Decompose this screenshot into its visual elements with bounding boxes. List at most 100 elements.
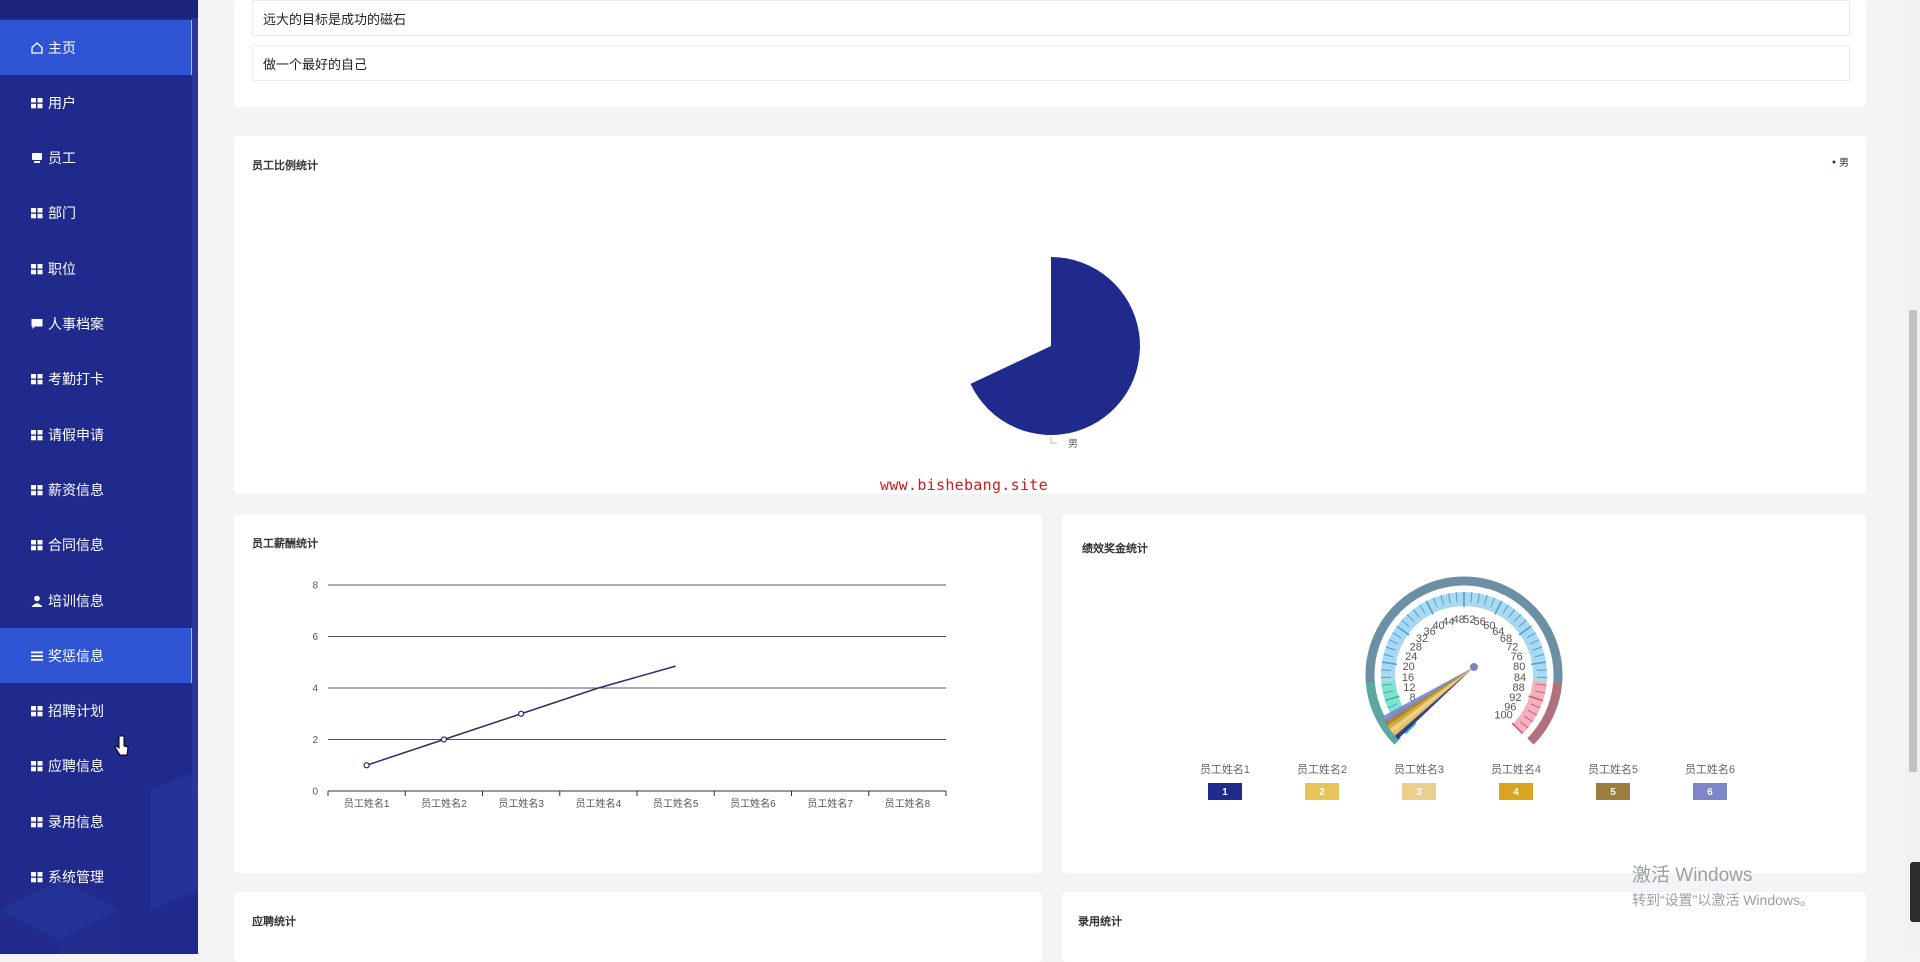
ratio-pie-chart: 男 男 xyxy=(234,136,1866,494)
gauge-legend-name: 员工姓名4 xyxy=(1491,762,1541,776)
motto-row: 远大的目标是成功的磁石 xyxy=(252,0,1850,36)
list-icon xyxy=(30,649,44,663)
x-tick-label: 员工姓名3 xyxy=(498,797,544,810)
legend-label: 男 xyxy=(1839,157,1849,169)
x-tick-label: 员工姓名2 xyxy=(421,797,467,810)
sidebar-item[interactable]: 主页 xyxy=(0,20,198,75)
sidebar: 主页用户员工部门职位人事档案考勤打卡请假申请薪资信息合同信息培训信息奖惩信息招聘… xyxy=(0,0,198,954)
y-tick-label: 2 xyxy=(312,735,318,746)
sidebar-item[interactable]: 职位 xyxy=(0,241,198,296)
applicant-title: 应聘统计 xyxy=(252,913,296,929)
sidebar-item-label: 人事档案 xyxy=(48,314,104,334)
motto-row: 做一个最好的自己 xyxy=(252,45,1850,81)
sidebar-item[interactable]: 合同信息 xyxy=(0,518,198,573)
sidebar-item-label: 招聘计划 xyxy=(48,701,104,721)
gauge-pointer xyxy=(1386,667,1474,729)
gauge-tick-label: 20 xyxy=(1403,661,1415,673)
salary-line-chart: 0 2 4 6 8 员工姓名1 员工姓名2 员工姓名3 员工姓名4 员工姓名5 员工姓名6 员工姓名7… xyxy=(234,515,1042,873)
home-icon xyxy=(30,41,44,55)
gauge-tick xyxy=(1381,670,1391,671)
sidebar-top-strip xyxy=(0,0,198,18)
sidebar-scrollbar[interactable] xyxy=(192,18,198,798)
grid-icon xyxy=(30,372,44,386)
grid-icon xyxy=(30,96,44,110)
gauge-legend-name: 员工姓名6 xyxy=(1685,762,1735,776)
activation-title: 激活 Windows xyxy=(1632,860,1814,887)
applicant-panel xyxy=(234,892,1042,962)
sidebar-item-label: 职位 xyxy=(48,259,76,279)
scrollbar-thumb[interactable] xyxy=(1909,310,1917,772)
pie-slice-label: 男 xyxy=(1068,438,1078,450)
sidebar-item[interactable]: 考勤打卡 xyxy=(0,352,198,407)
sidebar-item[interactable]: 用户 xyxy=(0,75,198,130)
gauge-legend-value: 5 xyxy=(1610,787,1616,798)
data-point[interactable] xyxy=(441,737,446,742)
y-tick-label: 0 xyxy=(312,787,318,798)
sidebar-item-label: 考勤打卡 xyxy=(48,369,104,389)
sidebar-item[interactable]: 人事档案 xyxy=(0,297,198,352)
gauge-legend-value: 2 xyxy=(1319,787,1325,798)
sidebar-decoration xyxy=(0,770,198,954)
data-point[interactable] xyxy=(364,763,369,768)
x-tick-label: 员工姓名7 xyxy=(807,797,853,810)
hire-title: 录用统计 xyxy=(1078,913,1122,929)
sidebar-item-label: 部门 xyxy=(48,203,76,223)
x-tick-label: 员工姓名8 xyxy=(885,797,931,810)
bonus-gauge-chart: 8121620242832364044485256606468727680848… xyxy=(1062,515,1866,873)
user-icon xyxy=(30,594,44,608)
monitor-icon xyxy=(30,151,44,165)
grid-icon xyxy=(30,538,44,552)
x-tick-label: 员工姓名5 xyxy=(653,797,699,810)
gauge-tick-label: 12 xyxy=(1403,682,1415,694)
gauge-legend-value: 1 xyxy=(1222,787,1228,798)
sidebar-item-label: 用户 xyxy=(48,93,76,113)
sidebar-item-label: 合同信息 xyxy=(48,535,104,555)
pie-slice[interactable] xyxy=(970,257,1140,435)
pie-legend[interactable]: 男 xyxy=(1833,157,1850,169)
gauge-legend-name: 员工姓名5 xyxy=(1588,762,1638,776)
gauge-legend-name: 员工姓名3 xyxy=(1394,762,1444,776)
x-tick-label: 员工姓名6 xyxy=(730,797,776,810)
gauge-tick-label: 100 xyxy=(1494,710,1512,722)
sidebar-item[interactable]: 薪资信息 xyxy=(0,462,198,517)
sidebar-item[interactable]: 请假申请 xyxy=(0,407,198,462)
main-scrollbar[interactable] xyxy=(1906,0,1920,954)
sidebar-item-label: 员工 xyxy=(48,148,76,168)
grid-icon xyxy=(30,206,44,220)
y-tick-label: 6 xyxy=(312,632,318,643)
grid-icon xyxy=(30,483,44,497)
mouse-cursor-icon xyxy=(114,734,130,758)
x-tick-label: 员工姓名1 xyxy=(344,797,390,810)
activation-subtitle: 转到“设置”以激活 Windows。 xyxy=(1632,890,1814,910)
sidebar-item-label: 培训信息 xyxy=(48,591,104,611)
chat-icon xyxy=(30,317,44,331)
sidebar-item-label: 奖惩信息 xyxy=(48,646,104,666)
side-tray-tab[interactable] xyxy=(1910,862,1920,922)
sidebar-item-label: 主页 xyxy=(48,38,76,58)
y-tick-label: 8 xyxy=(312,581,318,592)
sidebar-item[interactable]: 招聘计划 xyxy=(0,684,198,739)
sidebar-item-label: 薪资信息 xyxy=(48,480,104,500)
grid-icon xyxy=(30,428,44,442)
site-watermark: www.bishebang.site xyxy=(880,476,1048,494)
y-tick-label: 4 xyxy=(312,684,318,695)
sidebar-item[interactable]: 培训信息 xyxy=(0,573,198,628)
motto-text: 远大的目标是成功的磁石 xyxy=(253,9,406,28)
x-tick-label: 员工姓名4 xyxy=(576,797,622,810)
gauge-legend-name: 员工姓名1 xyxy=(1200,762,1250,776)
legend-marker xyxy=(1833,161,1836,164)
gauge-pointer-cap xyxy=(1470,663,1478,671)
gauge-tick-label: 16 xyxy=(1402,672,1414,684)
windows-activation-notice: 激活 Windows 转到“设置”以激活 Windows。 xyxy=(1632,860,1814,910)
sidebar-item[interactable]: 员工 xyxy=(0,131,198,186)
sidebar-item-label: 请假申请 xyxy=(48,425,104,445)
sidebar-item[interactable]: 奖惩信息 xyxy=(0,628,198,683)
gauge-legend-value: 6 xyxy=(1707,787,1713,798)
gauge-legend-name: 员工姓名2 xyxy=(1297,762,1347,776)
data-point[interactable] xyxy=(519,711,524,716)
grid-icon xyxy=(30,704,44,718)
sidebar-item[interactable]: 部门 xyxy=(0,186,198,241)
gauge-legend-value: 4 xyxy=(1513,787,1519,798)
motto-text: 做一个最好的自己 xyxy=(253,54,367,73)
grid-icon xyxy=(30,262,44,276)
